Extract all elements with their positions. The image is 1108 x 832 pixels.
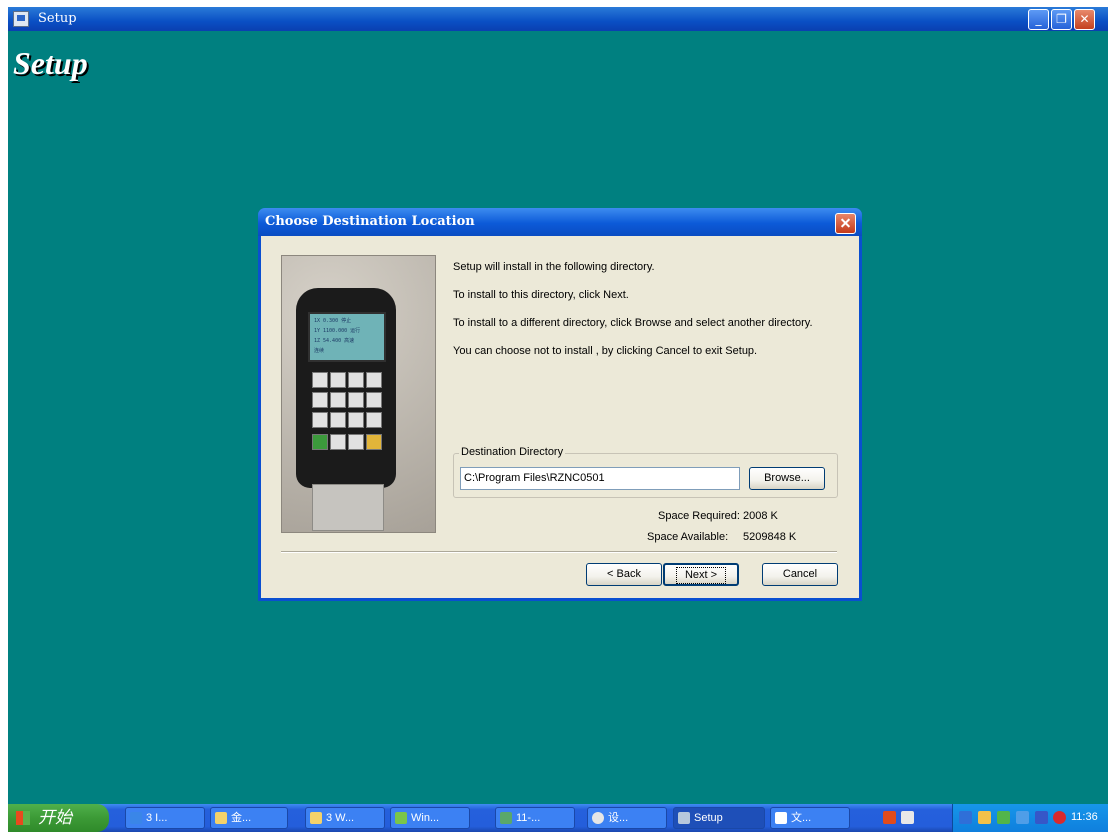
space-required-label: Space Required:: [658, 510, 740, 522]
settings-icon: [592, 812, 604, 824]
taskbar-item-label: 文...: [791, 812, 812, 824]
space-required-value: 2008 K: [743, 510, 778, 522]
ie-icon: [130, 812, 142, 824]
info-line-4: You can choose not to install , by click…: [453, 345, 758, 357]
window-icon: [395, 812, 407, 824]
windows-logo-icon: [16, 811, 30, 825]
doc-icon: [775, 812, 787, 824]
pendant-screen: 1X 0.300 停止 1Y 1100.000 运行 1Z 54.400 高速 …: [308, 312, 386, 362]
dialog-titlebar[interactable]: Choose Destination Location: [258, 208, 862, 236]
destination-directory-group: Destination Directory C:\Program Files\R…: [453, 446, 838, 498]
taskbar-item-label: 3 I...: [146, 812, 168, 824]
taskbar-item-ie[interactable]: 3 I...: [125, 807, 205, 829]
choose-destination-dialog: Choose Destination Location 1X 0.300 停止 …: [258, 208, 862, 601]
system-tray: 11:36: [883, 804, 1108, 832]
start-label: 开始: [38, 808, 72, 828]
setup-app-icon: [13, 11, 29, 27]
restore-button[interactable]: ❐: [1051, 9, 1072, 30]
cancel-button[interactable]: Cancel: [762, 563, 838, 586]
taskbar-item-doc[interactable]: 文...: [770, 807, 850, 829]
next-button-label: Next >: [675, 567, 727, 584]
info-line-2: To install to this directory, click Next…: [453, 289, 629, 301]
dialog-separator: [281, 551, 837, 553]
pendant-connector: [312, 484, 384, 531]
back-button[interactable]: < Back: [586, 563, 662, 586]
taskbar-item-folder[interactable]: 3 W...: [305, 807, 385, 829]
tray-network-icon[interactable]: [997, 811, 1010, 824]
browse-button[interactable]: Browse...: [749, 467, 825, 490]
main-window-title: Setup: [38, 11, 77, 26]
taskbar-item-label: 金...: [231, 812, 252, 824]
taskbar-item-label: Win...: [411, 812, 440, 824]
start-button[interactable]: 开始: [8, 804, 109, 832]
taskbar: 开始 3 I... 金... 3 W... Win... 11-... 设...…: [8, 804, 1108, 832]
tray-info-icon[interactable]: [1035, 811, 1048, 824]
pendant-screen-line: 连续: [314, 348, 325, 354]
space-available-label: Space Available:: [647, 531, 729, 543]
image-icon: [500, 812, 512, 824]
taskbar-item-setup[interactable]: Setup: [673, 807, 765, 829]
destination-path-field[interactable]: C:\Program Files\RZNC0501: [460, 467, 740, 490]
input-method-icon[interactable]: [883, 811, 896, 824]
dialog-title: Choose Destination Location: [265, 214, 475, 229]
setup-heading: Setup: [13, 45, 88, 81]
taskbar-item-window[interactable]: Win...: [390, 807, 470, 829]
next-button[interactable]: Next >: [663, 563, 739, 586]
help-icon[interactable]: [901, 811, 914, 824]
space-available-value: 5209848 K: [743, 531, 797, 543]
app-icon: [215, 812, 227, 824]
main-titlebar[interactable]: Setup _ ❐ ✕: [8, 7, 1108, 31]
taskbar-item-label: Setup: [694, 812, 723, 824]
tray-app-icon[interactable]: [978, 811, 991, 824]
folder-icon: [310, 812, 322, 824]
taskbar-item-label: 11-...: [516, 812, 541, 824]
dialog-body: 1X 0.300 停止 1Y 1100.000 运行 1Z 54.400 高速 …: [261, 236, 859, 598]
taskbar-item-settings[interactable]: 设...: [587, 807, 667, 829]
tray-volume-icon[interactable]: [1016, 811, 1029, 824]
taskbar-item-app[interactable]: 金...: [210, 807, 288, 829]
info-line-1: Setup will install in the following dire…: [453, 261, 655, 273]
minimize-button[interactable]: _: [1028, 9, 1049, 30]
pendant-screen-line: 1Y 1100.000 运行: [314, 328, 361, 334]
clock: 11:36: [1071, 811, 1098, 823]
tray-arrows-icon[interactable]: [959, 811, 972, 824]
dialog-close-button[interactable]: [835, 213, 856, 234]
pendant-screen-line: 1X 0.300 停止: [314, 318, 352, 324]
taskbar-item-label: 设...: [608, 812, 629, 824]
tray-security-icon[interactable]: [1053, 811, 1066, 824]
taskbar-item-image[interactable]: 11-...: [495, 807, 575, 829]
pendant-screen-line: 1Z 54.400 高速: [314, 338, 355, 344]
info-line-3: To install to a different directory, cli…: [453, 317, 813, 329]
taskbar-item-label: 3 W...: [326, 812, 355, 824]
pendant-device: 1X 0.300 停止 1Y 1100.000 运行 1Z 54.400 高速 …: [296, 288, 396, 488]
close-window-button[interactable]: ✕: [1074, 9, 1095, 30]
controller-image: 1X 0.300 停止 1Y 1100.000 运行 1Z 54.400 高速 …: [281, 255, 436, 533]
setup-icon: [678, 812, 690, 824]
destination-directory-label: Destination Directory: [459, 446, 566, 458]
